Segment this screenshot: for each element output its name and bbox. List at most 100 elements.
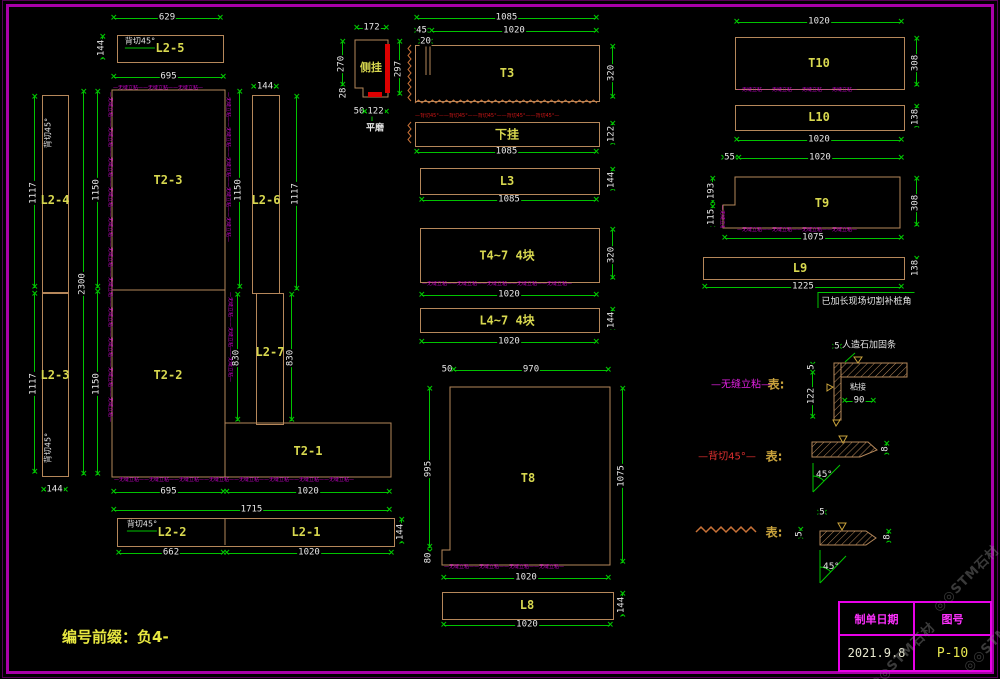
dim-value: 144: [98, 39, 107, 57]
dim-value: 995: [425, 459, 434, 477]
dim-tick: ×: [721, 234, 729, 243]
label-T2-1: T2-1: [294, 444, 323, 458]
label-L2-4: L2-4: [41, 193, 70, 207]
drawing-shape: [827, 384, 833, 391]
edge-note-text: —无缝立粘——无缝立粘——无缝立粘——无缝立粘——无缝立粘—: [422, 281, 572, 287]
edge-note-无缝立粘: —无缝立粘——无缝立粘——无缝立粘——无缝立粘—: [737, 87, 903, 93]
dim-tick: ×: [382, 24, 390, 33]
dim-value: 1117: [30, 372, 39, 396]
dim-tick: ×: [913, 175, 921, 184]
label-表:: 表:: [768, 376, 785, 393]
dim-tick: ×: [234, 416, 242, 425]
dim-value: 5: [833, 343, 840, 352]
edge-note-text: —无缝立粘——无缝立粘——无缝立粘——无缝立粘——无缝立粘—: [225, 92, 231, 288]
dim-1085: ××1085: [415, 145, 598, 159]
dim-1715: ××1715: [112, 503, 391, 517]
dim-value: 1020: [807, 136, 831, 145]
dim-value: 138: [912, 108, 921, 126]
dim-tick: ×: [440, 574, 448, 583]
dim-value: 138: [912, 258, 921, 276]
dim-tick: ×: [353, 24, 361, 33]
dim-tick: ×: [413, 148, 421, 157]
dim-tick: ×: [80, 470, 88, 479]
label-—背切45°—: —背切45°—: [698, 448, 756, 463]
dim-122: ××122: [805, 371, 819, 420]
dim-tick: ×: [387, 549, 395, 558]
dim-1020: ××1020: [737, 151, 903, 165]
dim-tick: ×: [110, 14, 118, 23]
edge-note-text: —无缝立粘——无缝立粘——无缝立粘——无缝立粘—: [444, 564, 564, 570]
dim-tick: ×: [619, 558, 627, 567]
dim-tick: ×: [604, 574, 612, 583]
dim-tick: ×: [236, 88, 244, 97]
dim-1085: ××1085: [420, 193, 598, 207]
label-45°: 45°: [816, 470, 832, 480]
dim-1020: ××1020: [735, 133, 903, 147]
label-T2-3: T2-3: [154, 173, 183, 187]
dim-tick: ×: [396, 38, 404, 47]
label-L4~7 4块: L4~7 4块: [479, 312, 534, 329]
dim-value: 320: [608, 245, 617, 263]
dim-value: 629: [158, 14, 176, 23]
dim-tick: ×: [223, 549, 231, 558]
dim-value: 80: [425, 551, 434, 564]
dim-value: 1117: [30, 181, 39, 205]
dim-tick: ×: [592, 196, 600, 205]
label-下挂: 下挂: [495, 126, 519, 143]
dim-value: 5: [818, 509, 825, 518]
dim-tick: ×: [31, 290, 39, 299]
edge-note-无缝立粘: —无缝立粘——无缝立粘——无缝立粘——无缝立粘——无缝立粘——无缝立粘——无缝立…: [114, 477, 389, 483]
title-block-date-label: 制单日期: [840, 603, 915, 636]
dim-value: 115: [708, 207, 717, 225]
dim-8: ××8: [881, 530, 895, 544]
dim-tick: ×: [733, 18, 741, 27]
drawing-shape: [385, 44, 390, 93]
dim-value: 144: [256, 83, 274, 92]
numbering-prefix-note: 编号前缀：负4-: [62, 626, 169, 647]
label-T9: T9: [815, 196, 829, 210]
dim-tick: ×: [440, 621, 448, 630]
label-背切45°: 背切45°: [125, 36, 155, 49]
dim-tick: ×: [413, 14, 421, 23]
dim-tick: ×: [288, 291, 296, 300]
dim-tick: ×: [94, 470, 102, 479]
dim-1020: ××1020: [420, 335, 598, 349]
label-表:: 表:: [766, 524, 783, 541]
dim-1020: ××1020: [420, 288, 598, 302]
dim-tick: ×: [609, 226, 617, 235]
dim-value: 270: [338, 55, 347, 73]
dim-value: 122: [608, 125, 617, 143]
dim-138: ××138: [909, 257, 923, 278]
dim-value: 90: [853, 397, 866, 406]
dim-tick: ×: [733, 136, 741, 145]
dim-28: ××28: [337, 88, 351, 97]
dim-1075: ××1075: [615, 387, 629, 565]
dim-tick: ×: [592, 27, 600, 36]
dim-value: 1020: [497, 291, 521, 300]
dim-270: ××270: [335, 40, 349, 88]
dim-tick: ×: [426, 385, 434, 394]
dim-144: ××144: [252, 80, 278, 94]
dim-tick: ×: [809, 369, 817, 378]
label-表:: 表:: [766, 448, 783, 465]
dim-value: 1150: [235, 178, 244, 202]
dim-value: 1085: [497, 196, 521, 205]
dim-144: ××144: [615, 592, 629, 618]
label-L2-6: L2-6: [252, 193, 281, 207]
dim-tick: ×: [609, 93, 617, 102]
dim-tick: ×: [913, 81, 921, 90]
dim-tick: ×: [592, 291, 600, 300]
dim-tick: ×: [396, 90, 404, 99]
dim-1150: ××1150: [90, 90, 104, 290]
dim-144: ××144: [394, 518, 408, 545]
dim-1020: ××1020: [442, 618, 612, 632]
dim-tick: ×: [913, 221, 921, 230]
dim-value: 695: [159, 488, 177, 497]
dim-tick: ×: [604, 366, 612, 375]
dim-tick: ×: [897, 18, 905, 27]
dim-308: ××308: [909, 37, 923, 88]
dim-value: 193: [708, 182, 717, 200]
label-T8: T8: [521, 471, 535, 485]
drawing-shape: [854, 357, 862, 363]
dim-tick: ×: [293, 93, 301, 102]
